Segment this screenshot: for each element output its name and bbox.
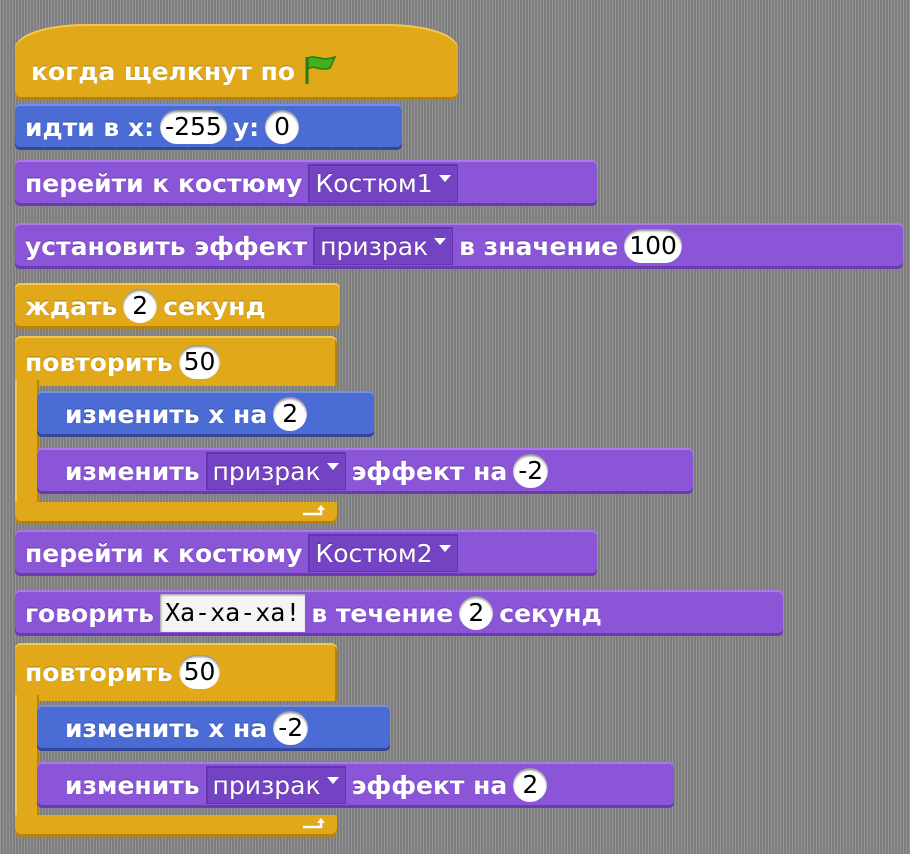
y-input[interactable]: 0 (265, 110, 300, 144)
change-effect-block-2[interactable]: изменить призрак эффект на 2 (37, 762, 674, 808)
effect-dropdown[interactable]: призрак (205, 452, 346, 490)
change-x-input[interactable]: 2 (273, 397, 308, 431)
change-x-label: изменить x на (65, 713, 268, 743)
for-label: в течение (311, 598, 454, 628)
wait-seconds-input[interactable]: 2 (123, 289, 158, 323)
goto-xy-block[interactable]: идти в x: -255 y: 0 (15, 104, 402, 150)
change-effect-input[interactable]: 2 (513, 768, 548, 802)
wait-label: ждать (25, 291, 118, 321)
change-effect-label: изменить (65, 770, 200, 800)
loop-arrow-icon (303, 818, 325, 829)
dropdown-arrow-icon (326, 462, 339, 470)
costume-dropdown[interactable]: Костюм1 (308, 164, 458, 202)
set-effect-block[interactable]: установить эффект призрак в значение 100 (15, 223, 903, 269)
repeat-bottom-arm (15, 815, 337, 837)
repeat-header: повторить 50 (25, 342, 221, 382)
x-input[interactable]: -255 (160, 110, 227, 144)
effect-value: призрак (212, 456, 321, 486)
set-effect-label: установить эффект (25, 231, 308, 261)
effect-by-label: эффект на (351, 456, 508, 486)
say-text-input[interactable]: Ха-ха-ха! (159, 594, 306, 632)
change-x-input[interactable]: -2 (273, 711, 309, 745)
green-flag-icon (305, 55, 337, 84)
dropdown-arrow-icon (438, 544, 451, 552)
change-effect-label: изменить (65, 456, 200, 486)
effect-value: призрак (320, 231, 429, 261)
repeat-side (15, 380, 39, 510)
change-x-block-2[interactable]: изменить x на -2 (37, 705, 390, 751)
change-effect-input[interactable]: -2 (513, 454, 549, 488)
costume-value: Костюм1 (315, 168, 433, 198)
when-flag-clicked-block[interactable]: когда щелкнут по (15, 24, 458, 100)
repeat-count-input[interactable]: 50 (178, 345, 221, 379)
loop-arrow-icon (303, 505, 325, 516)
switch-costume-label: перейти к костюму (25, 168, 303, 198)
wait-block[interactable]: ждать 2 секунд (15, 283, 340, 329)
say-seconds-input[interactable]: 2 (459, 596, 494, 630)
change-effect-block[interactable]: изменить призрак эффект на -2 (37, 448, 693, 494)
effect-dropdown[interactable]: призрак (313, 227, 454, 265)
effect-value-input[interactable]: 100 (624, 229, 682, 263)
goto-label: идти в x: (25, 112, 155, 142)
seconds-label: секунд (163, 291, 266, 321)
seconds-label: секунд (499, 598, 602, 628)
to-value-label: в значение (459, 231, 619, 261)
repeat-label: повторить (25, 657, 173, 687)
repeat-label: повторить (25, 347, 173, 377)
switch-costume-block-2[interactable]: перейти к костюму Костюм2 (15, 530, 597, 576)
dropdown-arrow-icon (326, 776, 339, 784)
dropdown-arrow-icon (438, 174, 451, 182)
effect-value: призрак (212, 770, 321, 800)
dropdown-arrow-icon (434, 237, 447, 245)
repeat-side (15, 695, 39, 825)
repeat-count-input[interactable]: 50 (178, 655, 221, 689)
effect-by-label: эффект на (351, 770, 508, 800)
costume-value: Костюм2 (315, 538, 433, 568)
repeat-header: повторить 50 (25, 652, 221, 692)
change-x-label: изменить x на (65, 399, 268, 429)
change-x-block[interactable]: изменить x на 2 (37, 391, 374, 437)
y-label: y: (232, 112, 260, 142)
effect-dropdown[interactable]: призрак (205, 766, 346, 804)
repeat-bottom-arm (15, 502, 337, 524)
say-label: говорить (25, 598, 154, 628)
say-for-secs-block[interactable]: говорить Ха-ха-ха! в течение 2 секунд (15, 590, 783, 636)
switch-costume-block[interactable]: перейти к костюму Костюм1 (15, 160, 597, 206)
hat-label: когда щелкнут по (31, 57, 296, 86)
costume-dropdown[interactable]: Костюм2 (308, 534, 458, 572)
switch-costume-label: перейти к костюму (25, 538, 303, 568)
